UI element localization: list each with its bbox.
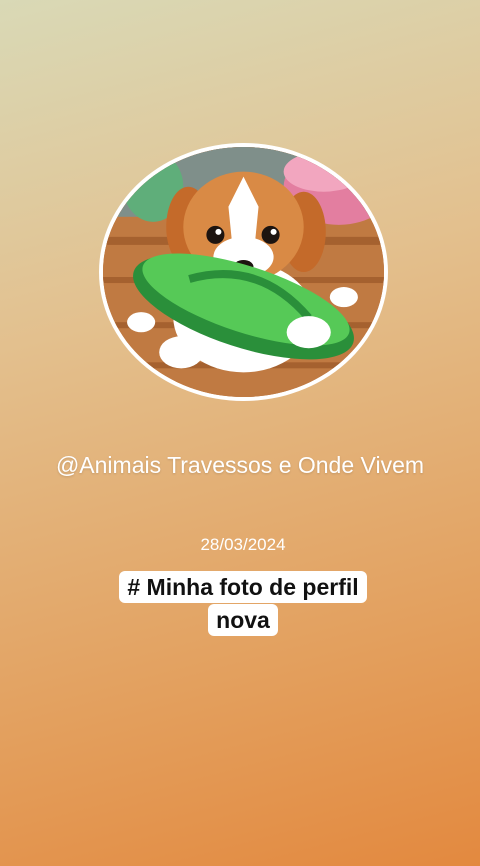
caption-text: # Minha foto de perfil nova xyxy=(119,571,367,636)
post-caption: # Minha foto de perfil nova xyxy=(108,571,378,637)
profile-avatar[interactable] xyxy=(99,143,388,401)
post-date: 28/03/2024 xyxy=(200,535,286,554)
puppy-illustration xyxy=(103,147,384,397)
avatar-image xyxy=(103,147,384,397)
profile-username[interactable]: @Animais Travessos e Onde Vivem xyxy=(40,447,440,483)
